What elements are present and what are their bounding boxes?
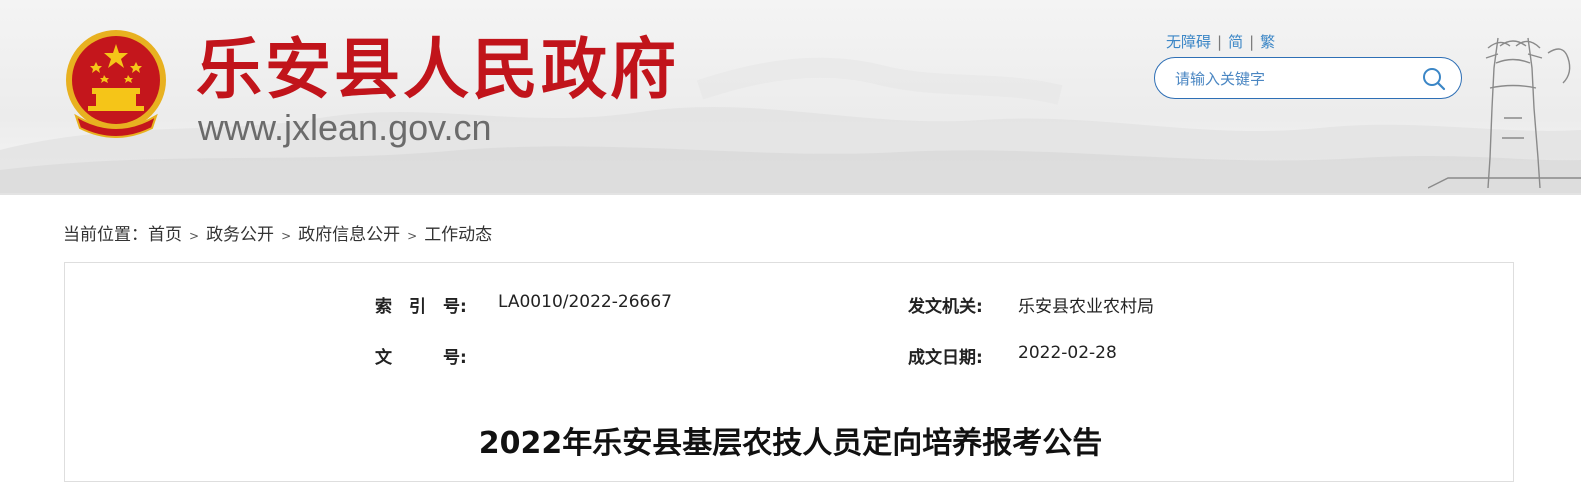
search-box xyxy=(1154,57,1462,99)
breadcrumb-prefix: 当前位置： xyxy=(63,225,148,245)
date-label: 成文日期: xyxy=(908,348,983,368)
breadcrumb-home[interactable]: 首页 xyxy=(148,225,182,245)
traditional-chinese-link[interactable]: 繁 xyxy=(1260,33,1275,51)
index-number-value: LA0010/2022-26667 xyxy=(498,292,672,312)
issuing-authority-value: 乐安县农业农村局 xyxy=(1018,297,1154,317)
article-title: 2022年乐安县基层农技人员定向培养报考公告 xyxy=(478,426,1103,461)
chevron-right-icon: > xyxy=(189,229,200,243)
monument-illustration xyxy=(1428,37,1581,189)
national-emblem-icon[interactable] xyxy=(62,28,170,138)
index-number-label: 索 引 号: xyxy=(375,297,467,317)
search-input[interactable] xyxy=(1173,67,1407,91)
accessibility-link[interactable]: 无障碍 xyxy=(1166,33,1211,51)
breadcrumb-gov-affairs[interactable]: 政务公开 xyxy=(206,225,274,245)
top-links: 无障碍 | 简 | 繁 xyxy=(1166,31,1275,52)
header-divider xyxy=(0,193,1581,195)
breadcrumb: 当前位置：首页 > 政务公开 > 政府信息公开 > 工作动态 xyxy=(63,220,492,245)
site-header: 乐安县人民政府 www.jxlean.gov.cn 无障碍 | 简 | 繁 xyxy=(0,0,1581,195)
chevron-right-icon: > xyxy=(281,229,292,243)
separator: | xyxy=(1217,33,1223,51)
site-url: www.jxlean.gov.cn xyxy=(198,107,492,148)
issuing-authority-label: 发文机关: xyxy=(908,297,983,317)
site-title[interactable]: 乐安县人民政府 xyxy=(196,36,679,102)
simplified-chinese-link[interactable]: 简 xyxy=(1228,33,1243,51)
date-value: 2022-02-28 xyxy=(1018,343,1117,363)
separator: | xyxy=(1249,33,1255,51)
chevron-right-icon: > xyxy=(407,229,418,243)
document-number-label: 文 号: xyxy=(375,348,467,368)
breadcrumb-gov-info[interactable]: 政府信息公开 xyxy=(298,225,400,245)
breadcrumb-work-news[interactable]: 工作动态 xyxy=(424,225,492,245)
